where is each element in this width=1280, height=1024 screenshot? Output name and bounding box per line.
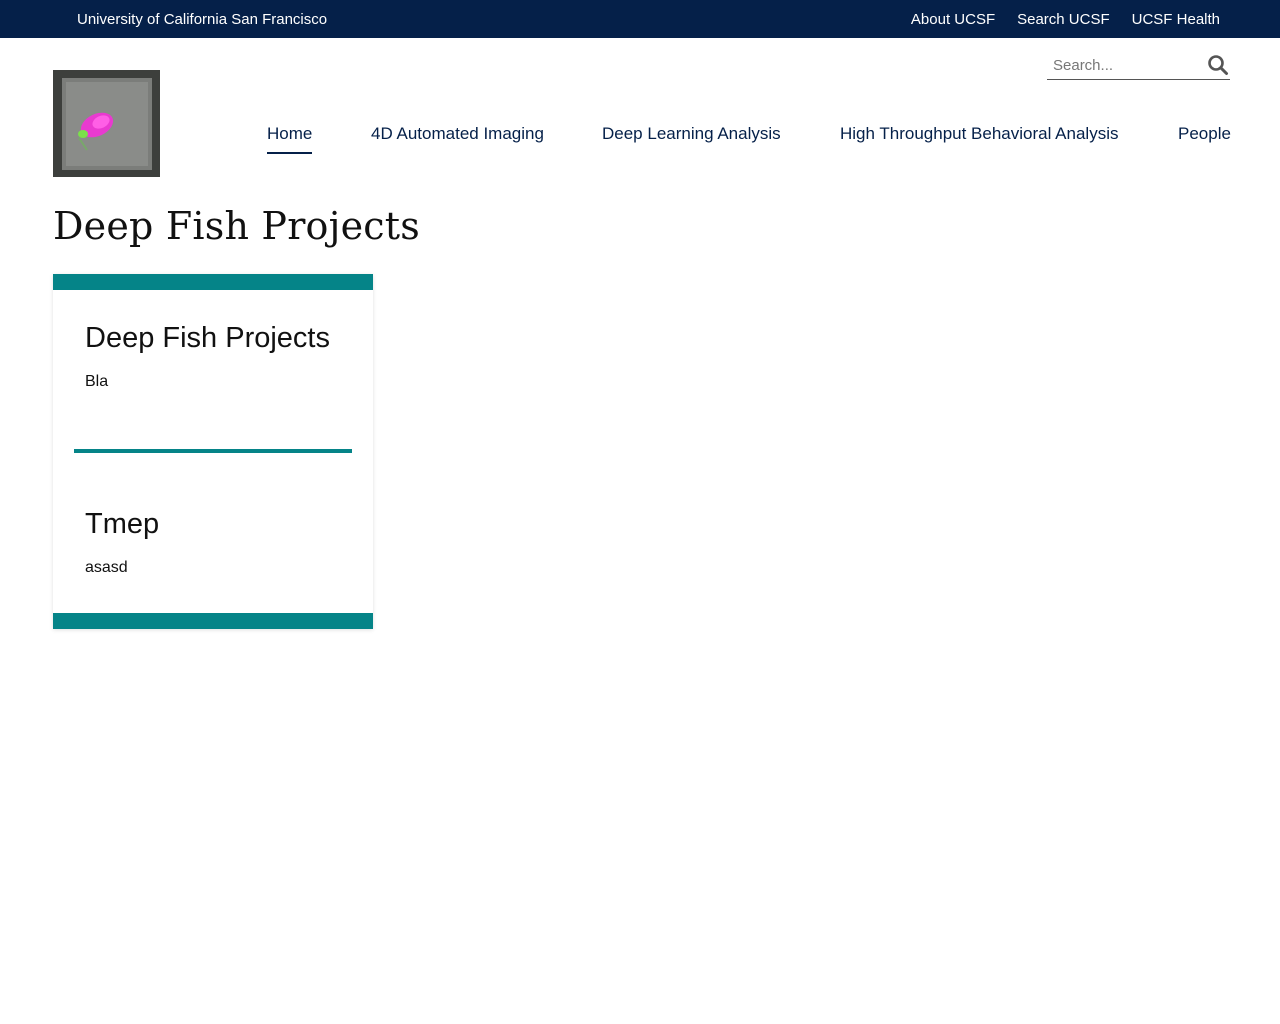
- about-ucsf-link[interactable]: About UCSF: [911, 11, 995, 28]
- ucsf-home-link[interactable]: University of California San Francisco: [77, 11, 327, 28]
- card-bottom-bar: [53, 613, 373, 629]
- ucsf-health-link[interactable]: UCSF Health: [1132, 11, 1220, 28]
- section-body: Bla: [85, 373, 109, 390]
- nav-item-home[interactable]: Home: [267, 124, 313, 154]
- site-search: [1047, 51, 1230, 80]
- nav-item-people[interactable]: People: [1178, 124, 1231, 152]
- page-title: Deep Fish Projects: [53, 204, 420, 248]
- search-ucsf-link[interactable]: Search UCSF: [1017, 11, 1110, 28]
- section-title: Deep Fish Projects: [85, 322, 330, 354]
- nav-item-deep-learning-analysis[interactable]: Deep Learning Analysis: [602, 124, 781, 152]
- main-nav: Home 4D Automated Imaging Deep Learning …: [0, 124, 1280, 158]
- section-divider: [74, 449, 352, 453]
- search-icon[interactable]: [1207, 54, 1229, 76]
- section-body: asasd: [85, 559, 128, 576]
- utility-bar: University of California San Francisco A…: [0, 0, 1280, 38]
- projects-card: Deep Fish Projects Bla Tmep asasd: [53, 274, 373, 629]
- search-input[interactable]: [1047, 51, 1197, 79]
- utility-links: About UCSF Search UCSF UCSF Health: [911, 11, 1220, 28]
- nav-item-4d-automated-imaging[interactable]: 4D Automated Imaging: [371, 124, 544, 152]
- section-title: Tmep: [85, 508, 160, 540]
- nav-item-high-throughput-behavioral-analysis[interactable]: High Throughput Behavioral Analysis: [840, 124, 1118, 152]
- card-top-bar: [53, 274, 373, 290]
